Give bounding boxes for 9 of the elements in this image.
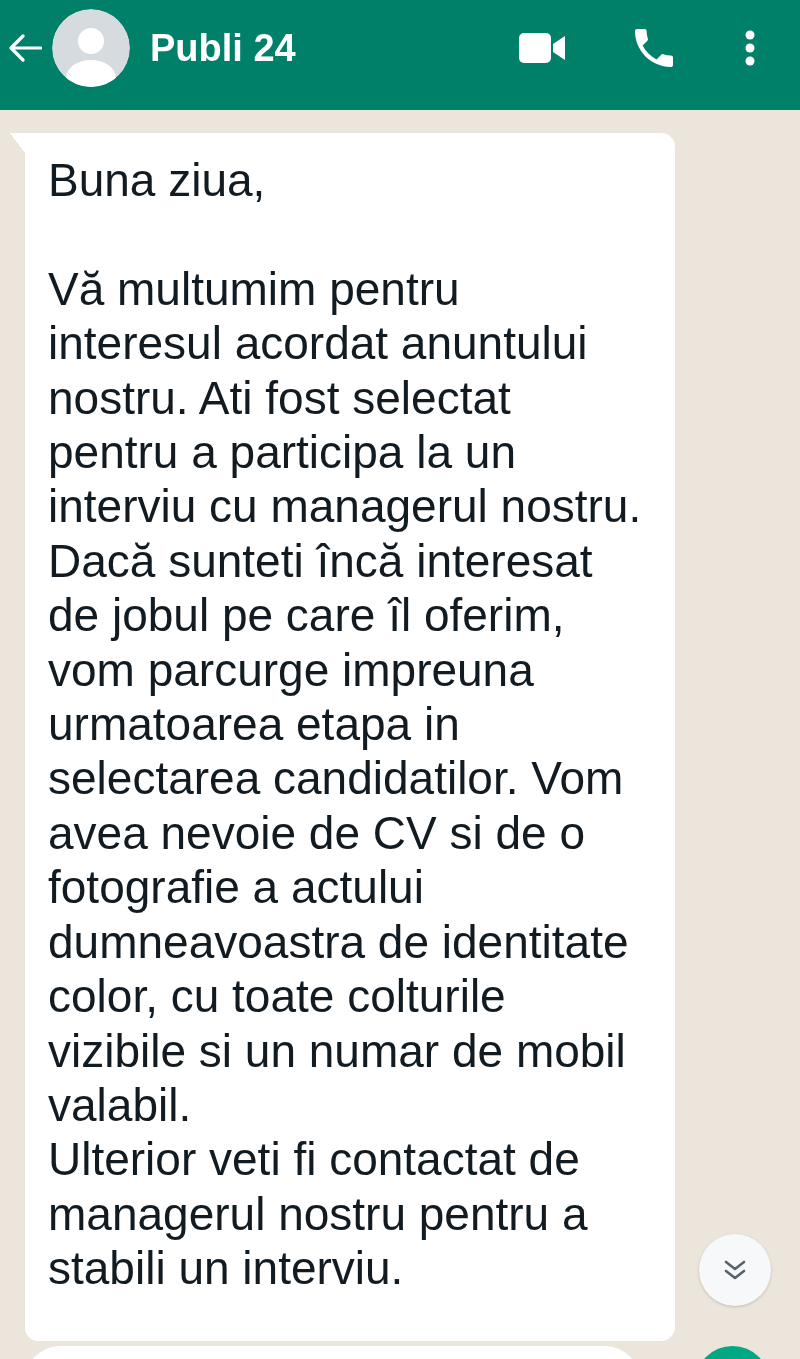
contact-name[interactable]: Publi 24 — [150, 26, 296, 70]
back-arrow-icon[interactable] — [8, 33, 42, 63]
phone-icon[interactable] — [635, 29, 673, 67]
double-chevron-down-icon[interactable] — [724, 1259, 746, 1281]
avatar-icon[interactable] — [52, 9, 130, 87]
menu-icon[interactable] — [743, 30, 757, 66]
scroll-down-button[interactable] — [699, 1234, 771, 1306]
message-text: Buna ziua, Vă multumim pentru interesul acordat anuntului nostru. Ati fost selectat pentru a participa la un interviu cu managerul nostru. Dacă sunteti încă interesat de jobul pe care îl oferim, vom parcurge impreuna urmatoarea etapa in selectarea candidatilor. Vom avea nevoie de CV si de o fotografie a actului dumneavoastra de identitate color, cu toate colturile vizibile si un numar de mobil valabil. Ulterior veti fi contactat de managerul nostru pentru a stabili un interviu. — [48, 153, 643, 1296]
video-camera-icon[interactable] — [519, 33, 565, 63]
